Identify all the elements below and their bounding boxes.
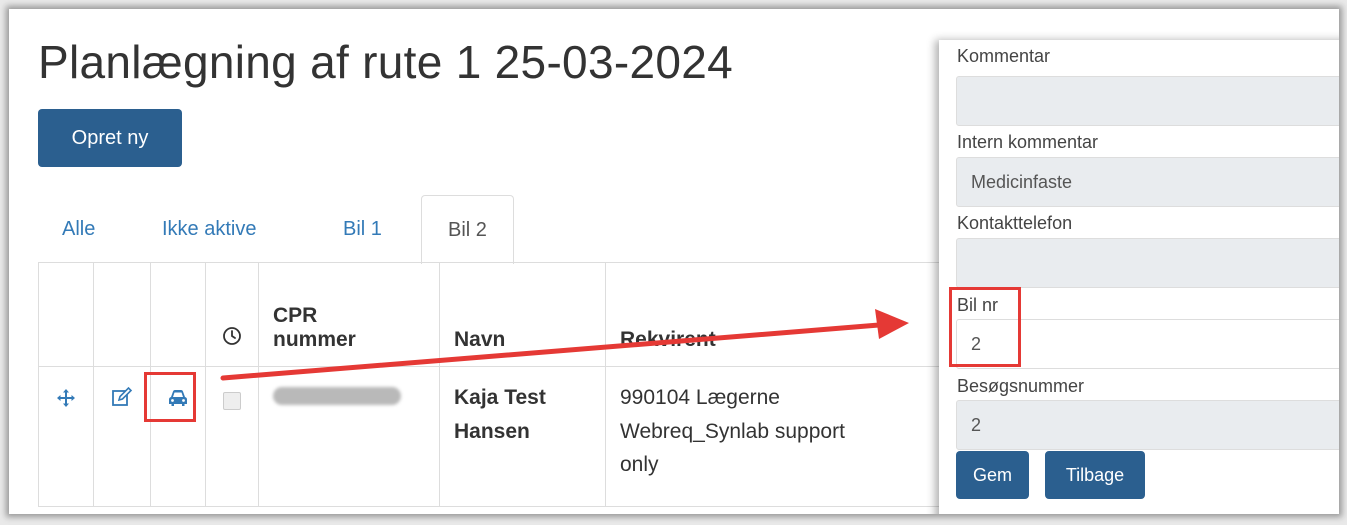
besogsnummer-label: Besøgsnummer — [957, 376, 1085, 396]
bil-nr-highlight — [949, 287, 1021, 367]
besogsnummer-field[interactable]: 2 — [956, 400, 1339, 450]
kontakttelefon-label: Kontakttelefon — [957, 213, 1073, 233]
kommentar-label: Kommentar — [957, 46, 1051, 66]
intern-kommentar-field[interactable]: Medicinfaste — [956, 157, 1339, 207]
kontakttelefon-field[interactable] — [956, 238, 1339, 288]
intern-kommentar-label: Intern kommentar — [957, 132, 1099, 152]
screenshot-frame: Planlægning af rute 1 25-03-2024 Opret n… — [9, 9, 1339, 514]
kommentar-field[interactable] — [956, 76, 1339, 126]
edit-panel: Kommentar Intern kommentar Medicinfaste … — [939, 40, 1339, 514]
save-button[interactable]: Gem — [956, 451, 1029, 499]
back-button[interactable]: Tilbage — [1045, 451, 1145, 499]
